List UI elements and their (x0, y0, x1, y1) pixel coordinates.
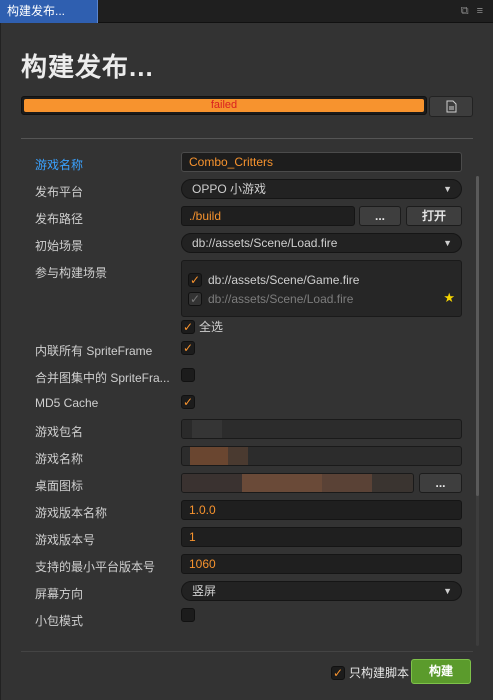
scene-path: db://assets/Scene/Load.fire (208, 292, 354, 306)
platform-value: OPPO 小游戏 (192, 182, 267, 196)
build-path-input[interactable]: ./build (181, 206, 355, 226)
checkmark-icon[interactable]: ✓ (188, 273, 202, 287)
package-name-label: 游戏包名 (35, 425, 84, 439)
icon-browse-button[interactable]: ... (419, 473, 462, 493)
merge-atlas-checkbox[interactable]: ✓ (181, 368, 195, 382)
caret-down-icon: ▼ (443, 184, 452, 194)
progress-status: failed (210, 99, 238, 111)
game-name2-input[interactable] (181, 446, 462, 466)
start-scene-select[interactable]: db://assets/Scene/Load.fire ▼ (181, 233, 462, 253)
build-button[interactable]: 构建 (411, 659, 471, 684)
merge-atlas-label: 合并图集中的 SpriteFra... (35, 371, 170, 385)
log-file-button[interactable] (429, 96, 473, 117)
min-platform-input[interactable]: 1060 (181, 554, 462, 574)
browse-path-button[interactable]: ... (359, 206, 401, 226)
tab-bar: 构建发布... ⧉ ≡ (0, 0, 493, 23)
divider (21, 138, 473, 139)
page-title: 构建发布... (21, 52, 154, 82)
start-scene-label: 初始场景 (35, 239, 84, 253)
scene-item-game[interactable]: ✓ db://assets/Scene/Game.fire (188, 271, 359, 289)
version-name-input[interactable]: 1.0.0 (181, 500, 462, 520)
only-script-toggle[interactable]: ✓ 只构建脚本 (331, 664, 409, 681)
package-name-input[interactable] (181, 419, 462, 439)
scrollbar[interactable] (476, 176, 479, 646)
caret-down-icon: ▼ (443, 238, 452, 248)
md5-label: MD5 Cache (35, 396, 99, 410)
game-name2-label: 游戏名称 (35, 452, 84, 466)
small-pkg-label: 小包模式 (35, 614, 84, 628)
scene-list: ✓ db://assets/Scene/Game.fire ✓ db://ass… (181, 260, 462, 317)
game-name-label: 游戏名称 (35, 158, 84, 172)
orientation-select[interactable]: 竖屏 ▼ (181, 581, 462, 601)
checkmark-icon: ✓ (188, 292, 202, 306)
desktop-icon-label: 桌面图标 (35, 479, 84, 493)
version-name-label: 游戏版本名称 (35, 506, 108, 520)
platform-label: 发布平台 (35, 185, 84, 199)
inline-sprite-checkbox[interactable]: ✓ (181, 341, 195, 355)
version-code-label: 游戏版本号 (35, 533, 96, 547)
log-file-icon (446, 100, 456, 113)
menu-icon[interactable]: ≡ (477, 4, 483, 18)
caret-down-icon: ▼ (443, 586, 452, 596)
platform-select[interactable]: OPPO 小游戏 ▼ (181, 179, 462, 199)
only-script-label: 只构建脚本 (349, 666, 410, 680)
tab-icons: ⧉ ≡ (461, 4, 483, 18)
scene-path: db://assets/Scene/Game.fire (208, 273, 360, 287)
star-icon: ★ (443, 290, 455, 305)
scenes-label: 参与构建场景 (35, 266, 108, 280)
desktop-icon-input[interactable] (181, 473, 414, 493)
scene-item-load: ✓ db://assets/Scene/Load.fire (188, 290, 353, 308)
checkmark-icon[interactable]: ✓ (181, 319, 195, 334)
scrollbar-thumb[interactable] (476, 176, 479, 496)
small-pkg-checkbox[interactable]: ✓ (181, 608, 195, 622)
orientation-value: 竖屏 (192, 584, 217, 598)
restore-icon[interactable]: ⧉ (461, 4, 469, 18)
checkmark-icon[interactable]: ✓ (331, 665, 345, 680)
build-path-label: 发布路径 (35, 212, 84, 226)
footer-divider (21, 651, 473, 652)
inline-sprite-label: 内联所有 SpriteFrame (35, 344, 153, 358)
build-progress: failed (21, 96, 427, 115)
tab-build[interactable]: 构建发布... (0, 0, 98, 23)
version-code-input[interactable]: 1 (181, 527, 462, 547)
min-platform-label: 支持的最小平台版本号 (35, 560, 156, 574)
build-panel: 构建发布... failed 游戏名称 Combo_Critters 发布平台 … (0, 23, 493, 700)
select-all-label: 全选 (199, 320, 224, 334)
md5-checkbox[interactable]: ✓ (181, 395, 195, 409)
orientation-label: 屏幕方向 (35, 587, 84, 601)
open-path-button[interactable]: 打开 (406, 206, 462, 226)
start-scene-value: db://assets/Scene/Load.fire (192, 236, 338, 250)
game-name-input[interactable]: Combo_Critters (181, 152, 462, 172)
select-all[interactable]: ✓ 全选 (181, 318, 223, 335)
